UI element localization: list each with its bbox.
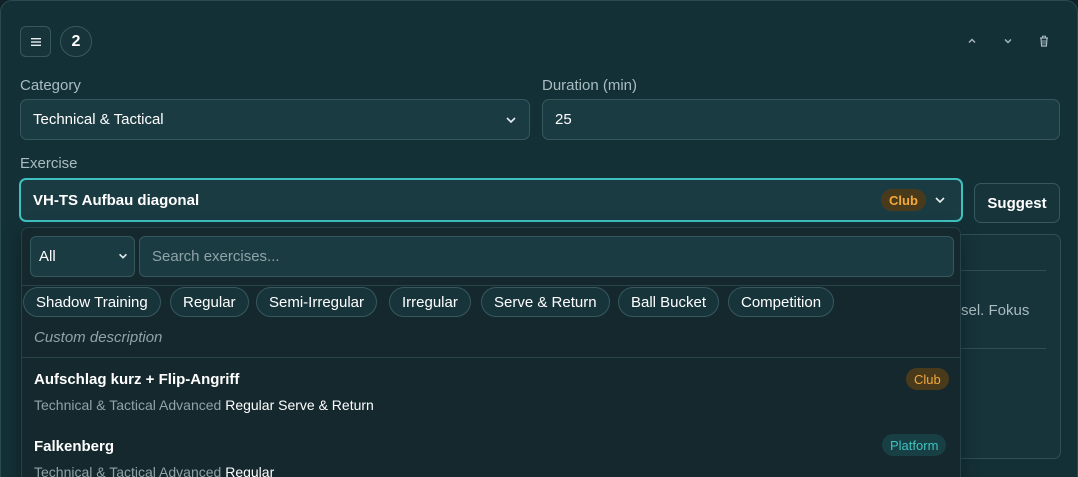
duration-input[interactable]: 25 — [542, 99, 1060, 140]
result-meta: Technical & Tactical Advanced Regular Se… — [34, 397, 374, 413]
exercise-value: VH-TS Aufbau diagonal — [33, 191, 200, 209]
description-panel — [951, 234, 1061, 459]
delete-button[interactable] — [1035, 32, 1053, 50]
chip-competition[interactable]: Competition — [728, 287, 835, 317]
result-title: Falkenberg — [34, 438, 115, 455]
chip-ball-bucket[interactable]: Ball Bucket — [618, 287, 720, 317]
chip-serve-return[interactable]: Serve & Return — [481, 287, 610, 317]
move-down-button[interactable] — [999, 32, 1017, 50]
chevron-up-icon — [968, 38, 976, 43]
chevron-down-icon — [119, 253, 127, 259]
chevron-down-icon — [935, 197, 945, 204]
exercise-combobox[interactable]: VH-TS Aufbau diagonal Club — [19, 178, 963, 222]
chip-shadow-training[interactable]: Shadow Training — [23, 287, 161, 317]
drag-handle-button[interactable] — [20, 26, 51, 57]
club-badge: Club — [881, 189, 926, 211]
category-select[interactable]: Technical & Tactical — [20, 99, 530, 140]
duration-label: Duration (min) — [542, 77, 638, 94]
trash-icon — [1040, 35, 1048, 47]
chip-irregular[interactable]: Irregular — [389, 287, 471, 317]
menu-icon — [30, 37, 41, 46]
filter-select[interactable]: All — [30, 236, 135, 277]
club-badge: Club — [906, 368, 949, 390]
result-meta: Technical & Tactical Advanced Regular — [34, 464, 275, 477]
filter-value: All — [39, 248, 56, 265]
exercise-dropdown: All Search exercises... Shadow Training … — [21, 227, 961, 477]
training-block-card: 2 Category Technical & Tactical Duration… — [0, 0, 1078, 477]
chip-regular[interactable]: Regular — [170, 287, 249, 317]
platform-badge: Platform — [882, 434, 947, 456]
search-input[interactable]: Search exercises... — [139, 236, 954, 277]
result-title: Aufschlag kurz + Flip-Angriff — [34, 371, 240, 388]
suggest-button[interactable]: Suggest — [974, 183, 1060, 223]
chevron-down-icon — [1004, 39, 1012, 44]
block-number-badge: 2 — [60, 26, 92, 57]
chip-semi-irregular[interactable]: Semi-Irregular — [256, 287, 378, 317]
exercise-label: Exercise — [20, 155, 78, 172]
category-value: Technical & Tactical — [33, 111, 164, 128]
chevron-down-icon — [506, 117, 516, 124]
category-label: Category — [20, 77, 81, 94]
duration-value: 25 — [555, 111, 572, 128]
description-text: sel. Fokus — [961, 302, 1030, 319]
move-up-button[interactable] — [963, 32, 981, 50]
custom-description-option[interactable]: Custom description — [34, 329, 162, 346]
